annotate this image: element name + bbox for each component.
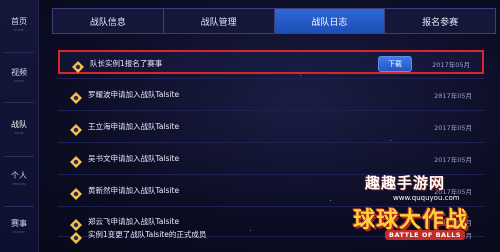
watermark: 趣趣手游网 www.ququyou.com 球球大作战 BATTLE OF BA… xyxy=(345,168,495,248)
tab-team-manage[interactable]: 战队管理 xyxy=(164,9,275,33)
game-logo-subtitle: BATTLE OF BALLS xyxy=(385,230,466,240)
sidebar-divider xyxy=(4,52,34,53)
log-text: 王立海申请加入战队Talsite xyxy=(88,122,180,131)
tab-team-info[interactable]: 战队信息 xyxy=(53,9,164,33)
tab-signup[interactable]: 报名参赛 xyxy=(385,9,495,33)
sidebar-item-label: 首页 xyxy=(11,17,27,26)
log-date: 2017年05月 xyxy=(432,61,470,69)
diamond-icon xyxy=(70,153,82,168)
log-text: 罗耀波申请加入战队Talsite xyxy=(88,90,180,99)
sidebar-divider xyxy=(4,206,34,207)
log-row: 王立海申请加入战队Talsite 2017年05月 xyxy=(58,115,484,139)
log-text: 黄新然申请加入战队Talsite xyxy=(88,186,180,195)
log-date: 2017年05月 xyxy=(434,92,472,100)
diamond-icon xyxy=(70,121,82,136)
sidebar: 首页 HOME 视频 VIDEO 战队 TEAM 个人 PERSON 赛事 MA… xyxy=(0,0,39,252)
sidebar-item-label: 视频 xyxy=(11,68,27,77)
sidebar-item-sublabel: HOME xyxy=(14,28,24,32)
download-button[interactable]: 下载 xyxy=(378,56,412,72)
log-date: 2017年05月 xyxy=(434,156,472,164)
tab-team-log[interactable]: 战队日志 xyxy=(274,9,386,33)
diamond-icon xyxy=(70,89,82,104)
sidebar-item-person[interactable]: 个人 PERSON xyxy=(0,170,38,186)
row-divider xyxy=(58,142,484,143)
sidebar-item-sublabel: MATCH xyxy=(13,230,25,234)
sidebar-item-team[interactable]: 战队 TEAM xyxy=(0,119,38,135)
sidebar-item-label: 战队 xyxy=(11,120,27,129)
sidebar-item-sublabel: TEAM xyxy=(14,131,24,135)
log-row: 罗耀波申请加入战队Talsite 2017年05月 xyxy=(58,83,484,107)
log-text: 实例1变更了战队Talsite的正式成员 xyxy=(88,230,207,239)
sidebar-item-sublabel: PERSON xyxy=(12,182,26,186)
sidebar-item-home[interactable]: 首页 HOME xyxy=(0,16,38,32)
watermark-url: www.ququyou.com xyxy=(393,194,460,202)
log-text: 吴书文申请加入战队Talsite xyxy=(88,154,180,163)
sidebar-divider xyxy=(4,156,34,157)
diamond-icon xyxy=(70,229,82,244)
log-text: 队长实例1报名了赛事 xyxy=(90,59,163,68)
log-row: 队长实例1报名了赛事 下载 2017年05月 xyxy=(58,50,484,74)
sidebar-item-match[interactable]: 赛事 MATCH xyxy=(0,218,38,234)
diamond-icon xyxy=(72,58,84,73)
row-divider xyxy=(58,78,484,79)
diamond-icon xyxy=(70,185,82,200)
team-tabs: 战队信息 战队管理 战队日志 报名参赛 xyxy=(52,8,496,34)
row-divider xyxy=(58,110,484,111)
sidebar-item-label: 赛事 xyxy=(11,219,27,228)
sidebar-item-label: 个人 xyxy=(11,171,27,180)
sidebar-item-sublabel: VIDEO xyxy=(13,79,25,83)
sidebar-divider xyxy=(4,102,34,103)
watermark-site-name: 趣趣手游网 xyxy=(365,174,446,192)
sidebar-item-video[interactable]: 视频 VIDEO xyxy=(0,67,38,83)
log-date: 2017年05月 xyxy=(434,124,472,132)
